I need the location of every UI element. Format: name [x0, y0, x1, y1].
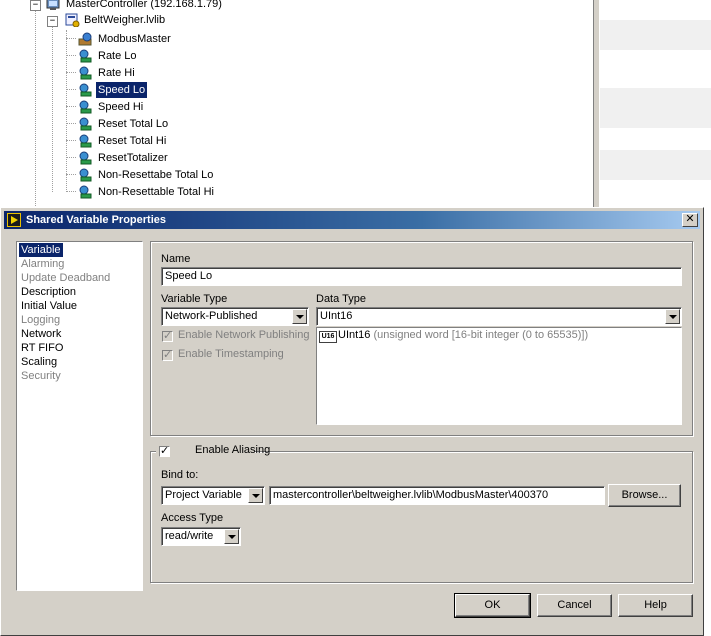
tree-item-label: Rate Lo [98, 50, 137, 62]
type-detail-text: UInt16 (unsigned word [16-bit integer (0… [338, 329, 588, 341]
enable-timestamping-checkbox[interactable]: ✓ [162, 350, 173, 361]
category-scaling[interactable]: Scaling [19, 355, 59, 369]
bind-path-field[interactable]: mastercontroller\beltweigher.lvlib\Modbu… [269, 486, 605, 505]
shared-variable-icon [78, 66, 94, 80]
tree-connector [66, 38, 76, 39]
ok-button[interactable]: OK [454, 593, 531, 618]
data-type-value: UInt16 [320, 310, 353, 322]
bind-source-value: Project Variable [165, 489, 242, 501]
enable-network-publishing-checkbox[interactable]: ✓ [162, 331, 173, 342]
category-update-deadband[interactable]: Update Deadband [19, 271, 112, 285]
name-field[interactable]: Speed Lo [161, 267, 682, 286]
category-variable[interactable]: Variable [19, 243, 63, 257]
shared-variable-icon [78, 100, 94, 114]
category-initial-value[interactable]: Initial Value [19, 299, 79, 313]
category-list[interactable]: Variable Alarming Update Deadband Descri… [16, 241, 143, 591]
category-network[interactable]: Network [19, 327, 63, 341]
category-logging[interactable]: Logging [19, 313, 62, 327]
background-right-pane [600, 0, 711, 210]
chevron-down-icon[interactable] [665, 309, 680, 324]
chevron-down-icon[interactable] [248, 488, 263, 503]
target-computer-icon [46, 0, 62, 11]
category-rt-fifo[interactable]: RT FIFO [19, 341, 65, 355]
labview-icon [7, 213, 21, 227]
dialog-title: Shared Variable Properties [26, 214, 167, 226]
enable-network-publishing-label: Enable Network Publishing [178, 329, 310, 341]
uint16-type-icon: U16 [319, 331, 337, 343]
bind-to-label: Bind to: [161, 469, 199, 481]
type-detail-name: UInt16 [338, 329, 371, 341]
tree-item-label: Non-Resettabe Total Lo [98, 169, 214, 181]
collapse-toggle[interactable]: − [30, 0, 41, 11]
shared-variable-icon [78, 49, 94, 63]
close-icon: ✕ [685, 213, 695, 225]
data-type-detail: U16 UInt16 (unsigned word [16-bit intege… [316, 327, 682, 425]
shared-variable-icon [78, 151, 94, 165]
tree-item-label: Speed Lo [96, 82, 148, 98]
tree-item-label: Speed Hi [98, 101, 144, 113]
access-type-label: Access Type [161, 512, 224, 524]
tree-connector [66, 123, 76, 124]
tree-connector [66, 174, 76, 175]
tree-item-label: Rate Hi [98, 67, 135, 79]
variable-type-select[interactable]: Network-Published [161, 307, 309, 326]
tree-connector [35, 8, 36, 210]
tree-item-label: ResetTotalizer [98, 152, 168, 164]
help-button[interactable]: Help [618, 594, 693, 617]
tree-connector [66, 55, 76, 56]
shared-variable-icon [78, 117, 94, 131]
aliasing-group [150, 451, 693, 583]
shared-variable-icon [78, 83, 94, 97]
category-alarming[interactable]: Alarming [19, 257, 66, 271]
tree-connector [66, 72, 76, 73]
io-server-icon [78, 32, 94, 46]
tree-item-label: ModbusMaster [98, 33, 171, 45]
collapse-toggle[interactable]: − [47, 16, 58, 27]
name-label: Name [161, 253, 191, 265]
background-band [600, 88, 711, 128]
pane-splitter[interactable] [593, 0, 600, 210]
tree-item-label: Non-Resettable Total Hi [98, 186, 214, 198]
tree-connector [66, 89, 76, 90]
cancel-button[interactable]: Cancel [537, 594, 612, 617]
tree-connector [66, 157, 76, 158]
enable-aliasing-checkbox[interactable]: ✓ [159, 446, 170, 457]
variable-type-label: Variable Type [161, 293, 228, 305]
background-band [600, 150, 711, 180]
tree-connector [66, 106, 76, 107]
chevron-down-icon[interactable] [292, 309, 307, 324]
access-type-select[interactable]: read/write [161, 527, 241, 546]
tree-connector [52, 24, 53, 192]
chevron-down-icon[interactable] [224, 529, 239, 544]
dialog-titlebar[interactable]: Shared Variable Properties ✕ [4, 211, 700, 229]
category-description[interactable]: Description [19, 285, 78, 299]
shared-variable-icon [78, 168, 94, 182]
variable-type-value: Network-Published [165, 310, 258, 322]
bind-source-select[interactable]: Project Variable [161, 486, 265, 505]
library-icon [64, 13, 80, 28]
tree-item-label: Reset Total Hi [98, 135, 167, 147]
category-security[interactable]: Security [19, 369, 63, 383]
type-detail-description: (unsigned word [16-bit integer (0 to 655… [373, 329, 589, 341]
tree-connector [66, 191, 76, 192]
browse-button[interactable]: Browse... [608, 484, 681, 507]
data-type-label: Data Type [316, 293, 366, 305]
enable-timestamping-label: Enable Timestamping [178, 348, 284, 360]
enable-aliasing-legend[interactable]: ✓ Enable Aliasing [156, 444, 270, 458]
close-button[interactable]: ✕ [682, 213, 698, 227]
background-band [600, 20, 711, 50]
tree-item-label: Reset Total Lo [98, 118, 169, 130]
data-type-select[interactable]: UInt16 [316, 307, 682, 326]
tree-item-label: MasterController (192.168.1.79) [66, 0, 222, 10]
shared-variable-properties-dialog: Shared Variable Properties ✕ Variable Al… [0, 207, 704, 636]
shared-variable-icon [78, 134, 94, 148]
enable-aliasing-label: Enable Aliasing [195, 444, 271, 456]
shared-variable-icon [78, 185, 94, 199]
tree-connector [66, 140, 76, 141]
access-type-value: read/write [165, 530, 214, 542]
project-tree: − MasterController (192.168.1.79) − Belt… [0, 0, 593, 210]
tree-item-label: BeltWeigher.lvlib [84, 14, 166, 26]
